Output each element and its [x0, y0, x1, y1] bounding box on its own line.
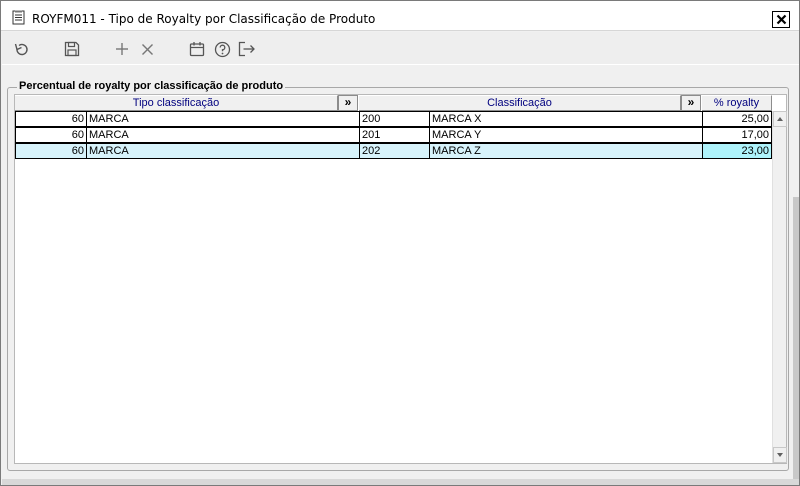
- royalty-cell[interactable]: 17,00: [703, 127, 772, 143]
- table-row-selected[interactable]: 60 MARCA 202 MARCA Z 23,00: [15, 143, 772, 159]
- undo-icon: [14, 43, 28, 55]
- window-scrollbar[interactable]: [793, 197, 799, 479]
- tipo-lookup-button[interactable]: »: [338, 95, 358, 111]
- class-name-cell[interactable]: MARCA Z: [430, 143, 703, 159]
- column-header-tipo[interactable]: Tipo classificação: [15, 95, 338, 111]
- royalty-grid[interactable]: Tipo classificação » Classificação » % r…: [14, 94, 787, 464]
- help-icon: [214, 41, 230, 57]
- exit-icon: [238, 41, 255, 57]
- exit-button[interactable]: [238, 40, 256, 58]
- table-row[interactable]: 60 MARCA 201 MARCA Y 17,00: [15, 127, 772, 143]
- window-title: ROYFM011 - Tipo de Royalty por Classific…: [32, 12, 376, 26]
- tipo-code-cell[interactable]: 60: [15, 127, 87, 143]
- close-button[interactable]: [772, 11, 790, 28]
- groupbox-label: Percentual de royalty por classificação …: [17, 80, 286, 92]
- main-window: ROYFM011 - Tipo de Royalty por Classific…: [0, 0, 800, 486]
- save-button[interactable]: [63, 40, 81, 58]
- tipo-name-cell[interactable]: MARCA: [87, 127, 360, 143]
- scroll-down-button[interactable]: [773, 447, 787, 463]
- class-name-cell[interactable]: MARCA X: [430, 111, 703, 127]
- toolbar-separator: [2, 64, 799, 65]
- calendar-button[interactable]: [188, 40, 206, 58]
- tipo-name-cell[interactable]: MARCA: [87, 111, 360, 127]
- add-button[interactable]: [113, 40, 131, 58]
- x-icon: [141, 43, 153, 55]
- close-icon: [776, 14, 786, 25]
- class-name-cell[interactable]: MARCA Y: [430, 127, 703, 143]
- class-code-cell[interactable]: 201: [360, 127, 430, 143]
- grid-vertical-scrollbar[interactable]: [772, 111, 787, 463]
- document-icon: [12, 10, 25, 25]
- scroll-up-button[interactable]: [773, 111, 787, 127]
- help-button[interactable]: [213, 40, 231, 58]
- calendar-icon: [189, 42, 205, 57]
- grid-header: Tipo classificação » Classificação » % r…: [15, 95, 772, 111]
- classificacao-lookup-button[interactable]: »: [681, 95, 701, 111]
- tipo-code-cell[interactable]: 60: [15, 143, 87, 159]
- table-row[interactable]: 60 MARCA 200 MARCA X 25,00: [15, 111, 772, 127]
- save-icon: [64, 41, 80, 57]
- title-bar[interactable]: ROYFM011 - Tipo de Royalty por Classific…: [1, 1, 799, 31]
- chevron-down-icon: [777, 453, 783, 457]
- class-code-cell[interactable]: 200: [360, 111, 430, 127]
- class-code-cell[interactable]: 202: [360, 143, 430, 159]
- column-header-royalty[interactable]: % royalty: [702, 95, 772, 111]
- toolbar: [2, 32, 799, 64]
- delete-button[interactable]: [138, 40, 156, 58]
- tipo-code-cell[interactable]: 60: [15, 111, 87, 127]
- column-header-classificacao[interactable]: Classificação: [359, 95, 681, 111]
- window-bottom-scrollbar[interactable]: [2, 479, 799, 485]
- royalty-cell[interactable]: 25,00: [703, 111, 772, 127]
- plus-icon: [116, 43, 128, 55]
- chevron-up-icon: [777, 117, 783, 121]
- undo-button[interactable]: [12, 40, 30, 58]
- tipo-name-cell[interactable]: MARCA: [87, 143, 360, 159]
- royalty-cell-focused[interactable]: 23,00: [703, 143, 772, 159]
